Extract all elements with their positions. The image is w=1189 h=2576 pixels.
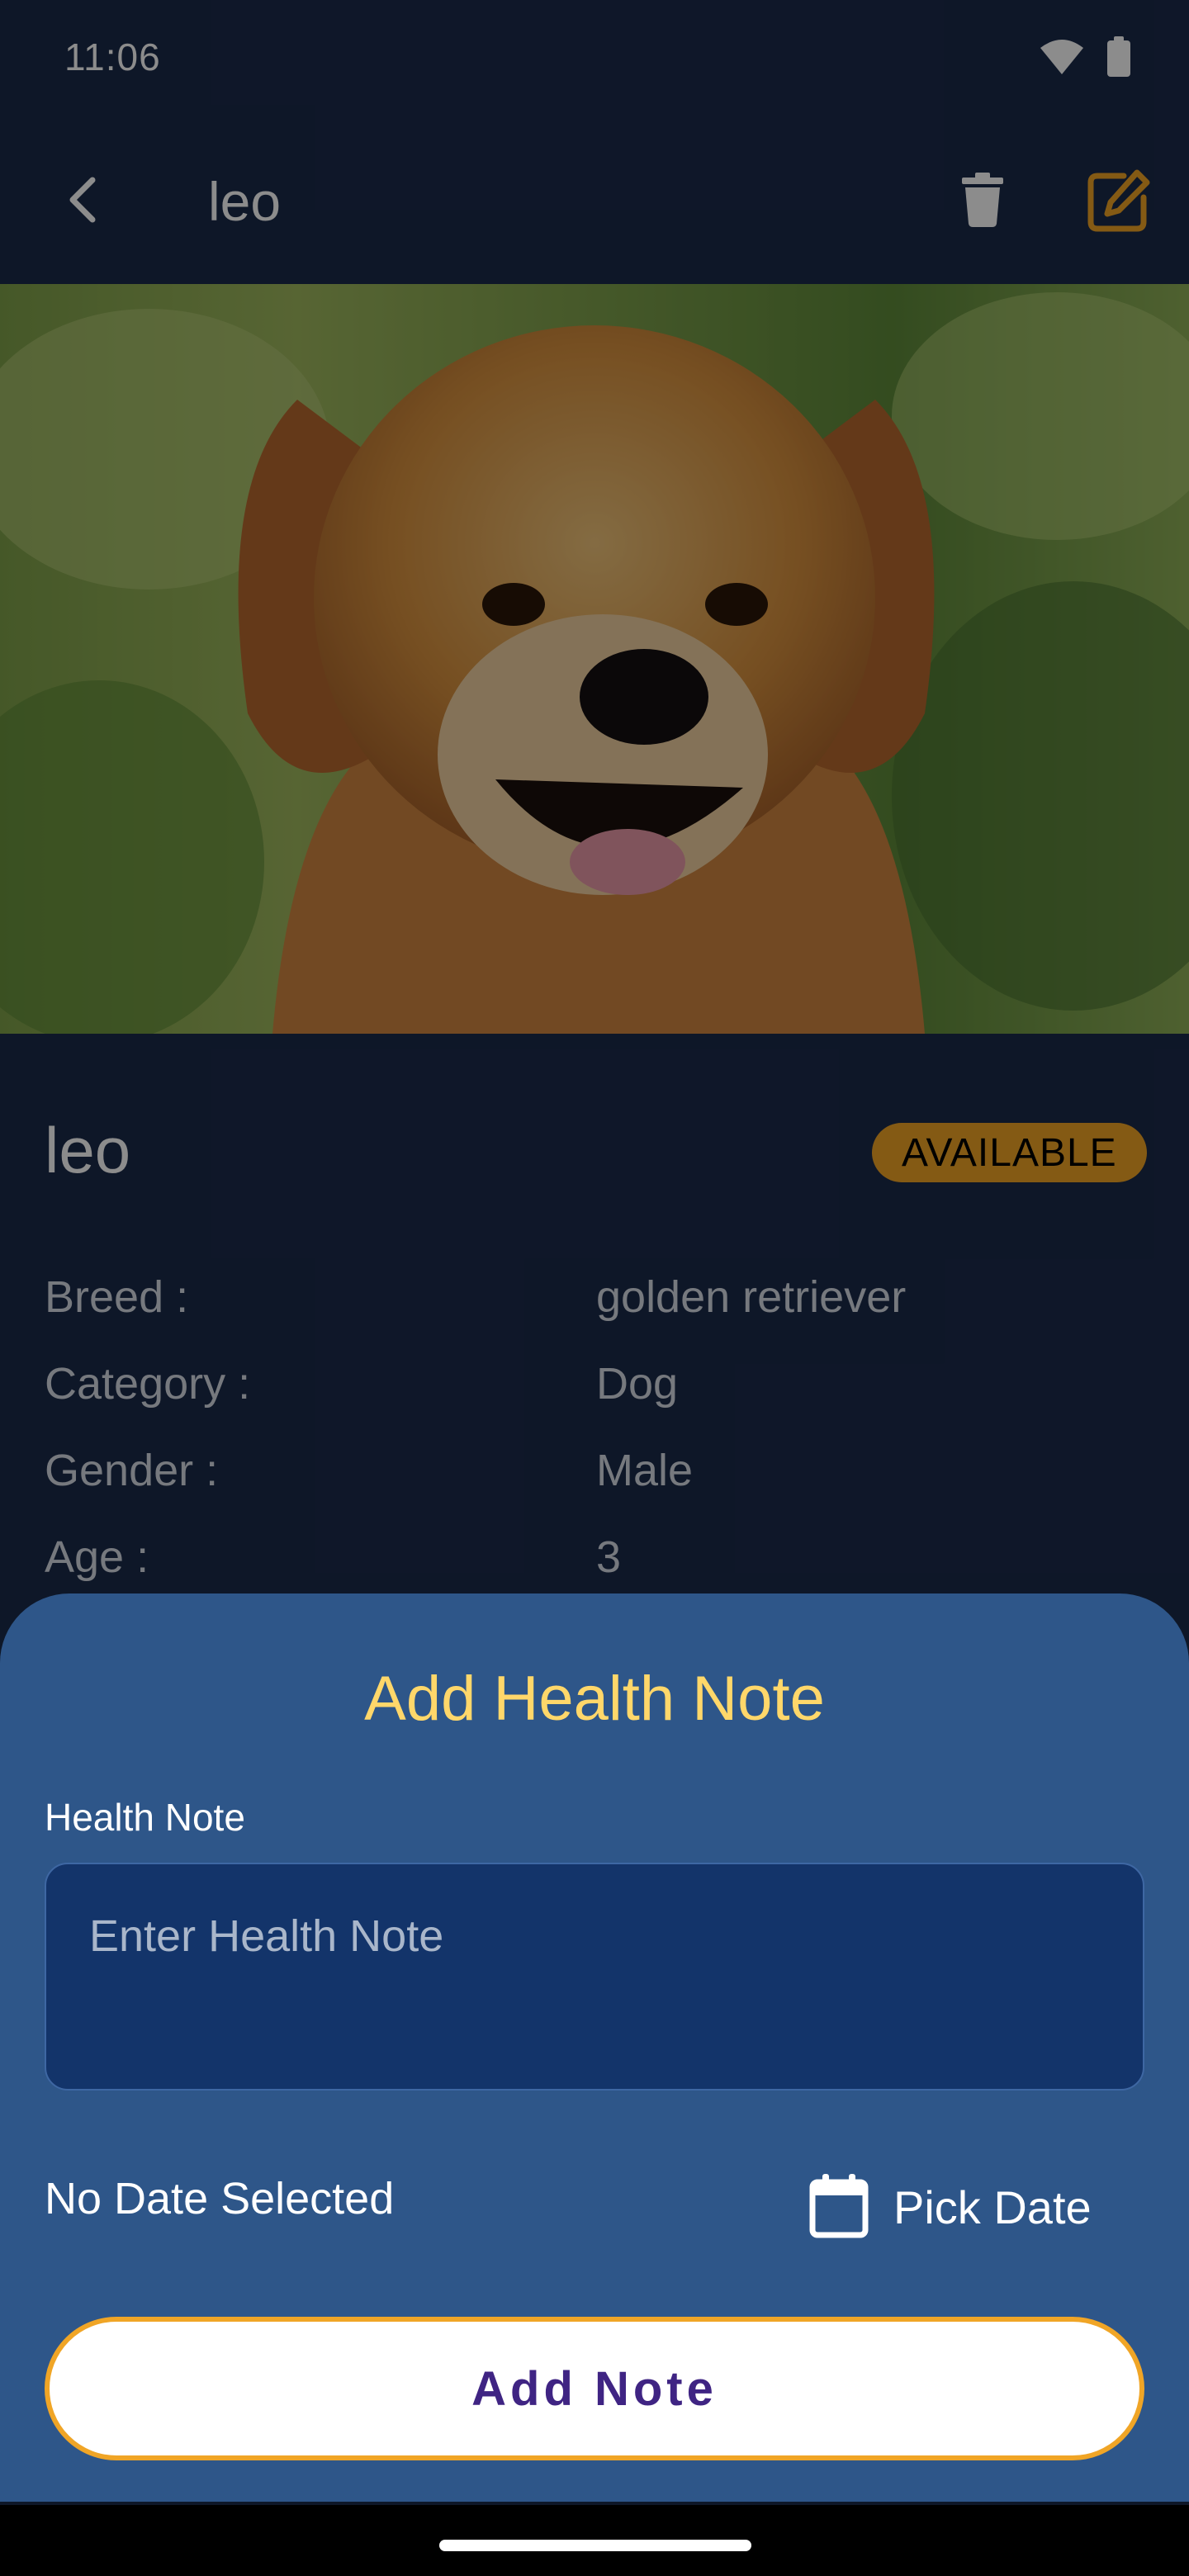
home-indicator[interactable] <box>439 2540 751 2551</box>
add-note-button[interactable]: Add Note <box>45 2317 1144 2460</box>
health-note-input[interactable] <box>45 1863 1144 2091</box>
health-note-label: Health Note <box>45 1796 245 1839</box>
pick-date-label: Pick Date <box>893 2181 1092 2233</box>
calendar-icon <box>809 2172 869 2242</box>
selected-date-text: No Date Selected <box>45 2174 395 2223</box>
add-health-note-sheet: Add Health Note Health Note No Date Sele… <box>0 1593 1189 2502</box>
sheet-title: Add Health Note <box>364 1664 825 1734</box>
pet-details-screen: 11:06 leo leo AVAILABLE Breed: golden r… <box>0 0 1189 2576</box>
pick-date-button[interactable]: Pick Date <box>809 2170 1092 2244</box>
system-nav-bar <box>0 2505 1189 2576</box>
